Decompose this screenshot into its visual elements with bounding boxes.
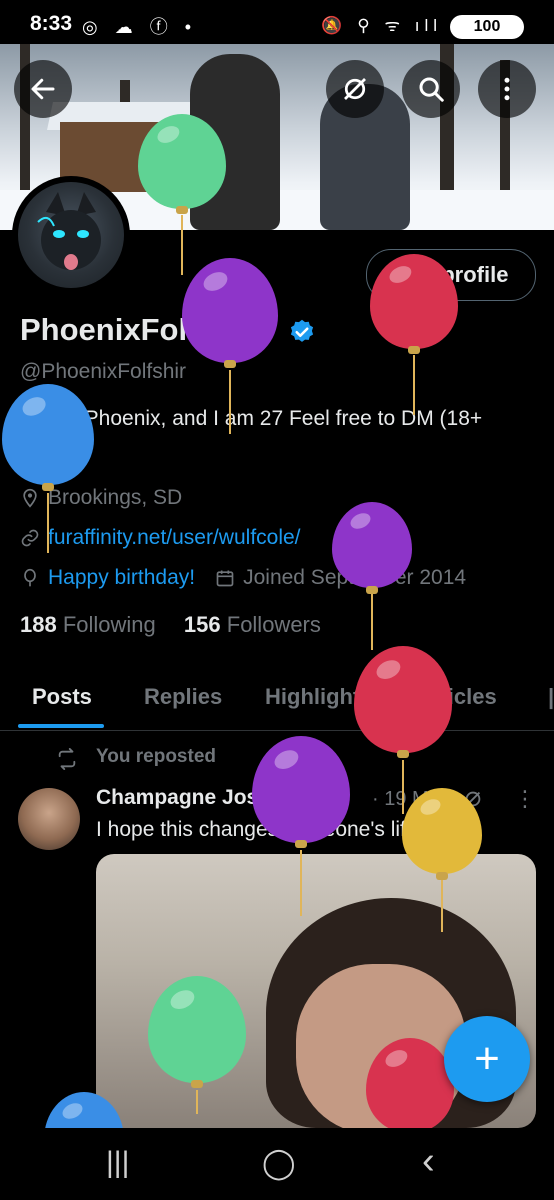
compose-post-button[interactable]: + <box>444 1016 530 1102</box>
more-vertical-icon <box>504 77 510 101</box>
birthday-link[interactable]: Happy birthday! <box>48 566 195 590</box>
balloon-blue <box>2 384 94 553</box>
followers-count: 156 <box>183 612 221 637</box>
followers-label: Followers <box>226 612 321 637</box>
plus-icon: + <box>474 1034 500 1083</box>
profile-avatar[interactable] <box>12 176 130 294</box>
balloon-yellow <box>402 788 482 932</box>
post-author-avatar[interactable] <box>18 788 80 850</box>
battery-indicator: 100 <box>450 15 524 39</box>
home-button[interactable]: ◯ <box>262 1146 296 1181</box>
status-notification-icons: ◎ ☁ ⓕ • <box>82 17 198 37</box>
post-author-name[interactable]: Champagne Joshi <box>96 786 277 810</box>
verified-badge-icon[interactable] <box>288 318 316 346</box>
follow-stats: 188 Following 156 Followers <box>20 612 321 638</box>
following-label: Following <box>62 612 156 637</box>
website-row: furaffinity.net/user/wulfcole/ <box>20 526 301 550</box>
profile-tabs: Posts Replies Highlights Articles | <box>0 672 554 731</box>
balloon-purple <box>182 258 278 435</box>
balloon-red <box>354 646 452 815</box>
repost-icon <box>58 748 76 770</box>
following-count: 188 <box>20 612 57 637</box>
translate-button[interactable] <box>326 60 384 118</box>
profile-handle: @PhoenixFolfshir <box>20 360 187 383</box>
tab-overflow[interactable]: | <box>548 684 554 710</box>
back-button[interactable] <box>14 60 72 118</box>
translate-off-icon <box>344 78 366 100</box>
link-icon <box>21 529 39 547</box>
back-nav-button[interactable]: ‹ <box>422 1140 435 1183</box>
status-system-icons: 🔕 ⚲ ᯤ ıll <box>321 16 442 35</box>
balloon-purple <box>252 736 350 917</box>
following-stat[interactable]: 188 Following <box>20 612 156 637</box>
profile-bio: Hi, I'm Phoenix, and I am 27 Feel free t… <box>20 407 483 460</box>
avatar-image <box>18 182 124 288</box>
profile-website-link[interactable]: furaffinity.net/user/wulfcole/ <box>48 526 301 550</box>
more-options-button[interactable] <box>478 60 536 118</box>
status-time: 8:33 <box>30 12 73 35</box>
calendar-icon <box>216 570 234 587</box>
battery-level: 100 <box>473 18 501 35</box>
recent-apps-button[interactable]: ||| <box>106 1146 129 1180</box>
post-more-icon[interactable]: ⋮ <box>514 786 536 812</box>
balloon-green <box>138 114 226 276</box>
balloon-green <box>148 976 246 1115</box>
arrow-left-icon <box>31 78 55 100</box>
reposted-label: You reposted <box>96 746 216 767</box>
search-icon <box>419 77 444 102</box>
system-navigation-bar: ||| ◯ ‹ <box>0 1128 554 1200</box>
balloon-red <box>370 254 458 416</box>
tab-posts[interactable]: Posts <box>32 684 92 710</box>
balloon-icon <box>24 568 36 587</box>
tab-replies[interactable]: Replies <box>144 684 222 710</box>
search-button[interactable] <box>402 60 460 118</box>
active-tab-indicator <box>18 724 104 728</box>
wolf-avatar-icon <box>37 192 101 270</box>
balloon-purple <box>332 502 412 650</box>
followers-stat[interactable]: 156 Followers <box>184 612 321 637</box>
